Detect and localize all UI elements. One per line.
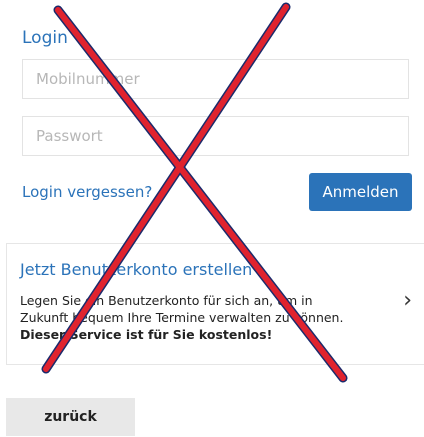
create-account-text: Legen Sie ein Benutzerkonto für sich an,…: [20, 293, 344, 325]
login-button[interactable]: Anmelden: [309, 173, 412, 211]
forgot-login-link[interactable]: Login vergessen?: [22, 183, 152, 201]
create-account-card[interactable]: Jetzt Benutzerkonto erstellen Legen Sie …: [6, 243, 424, 365]
mobile-number-input[interactable]: [22, 59, 409, 99]
login-heading: Login: [22, 28, 68, 48]
chevron-right-icon[interactable]: ›: [403, 290, 412, 312]
back-button[interactable]: zurück: [6, 398, 135, 436]
create-account-title: Jetzt Benutzerkonto erstellen: [20, 260, 253, 279]
free-service-note: Dieser Service ist für Sie kostenlos!: [20, 327, 273, 342]
password-input[interactable]: [22, 116, 409, 156]
create-account-description: Legen Sie ein Benutzerkonto für sich an,…: [20, 292, 350, 343]
